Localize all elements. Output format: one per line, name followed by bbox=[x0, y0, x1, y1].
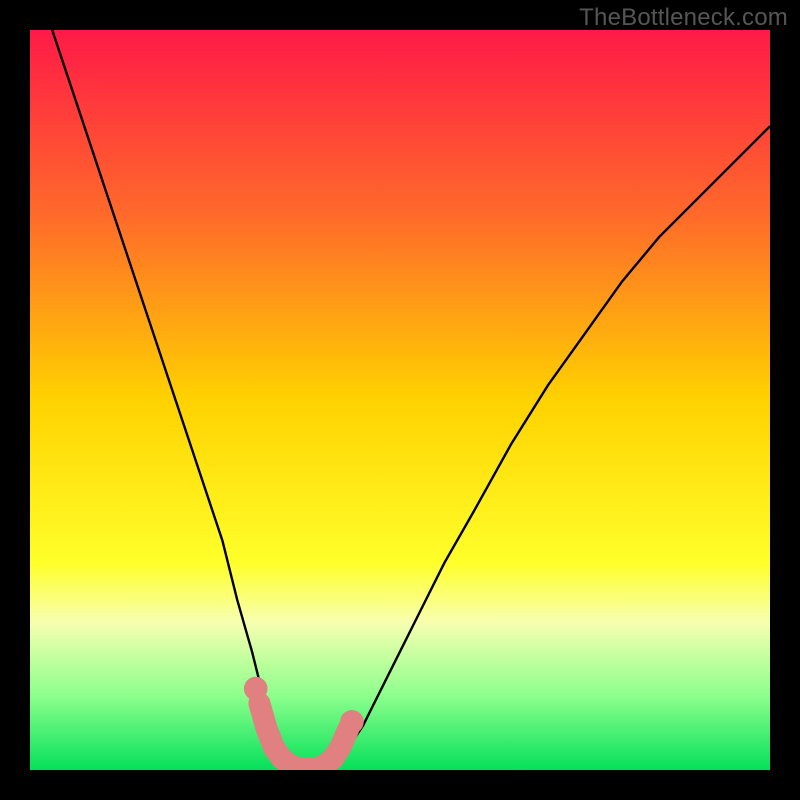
gradient-background bbox=[30, 30, 770, 770]
attribution-watermark: TheBottleneck.com bbox=[579, 4, 788, 32]
chart-svg bbox=[30, 30, 770, 770]
dot-right bbox=[340, 710, 364, 734]
plot-area bbox=[30, 30, 770, 770]
dot-left bbox=[244, 677, 268, 701]
chart-container: TheBottleneck.com bbox=[0, 0, 800, 800]
